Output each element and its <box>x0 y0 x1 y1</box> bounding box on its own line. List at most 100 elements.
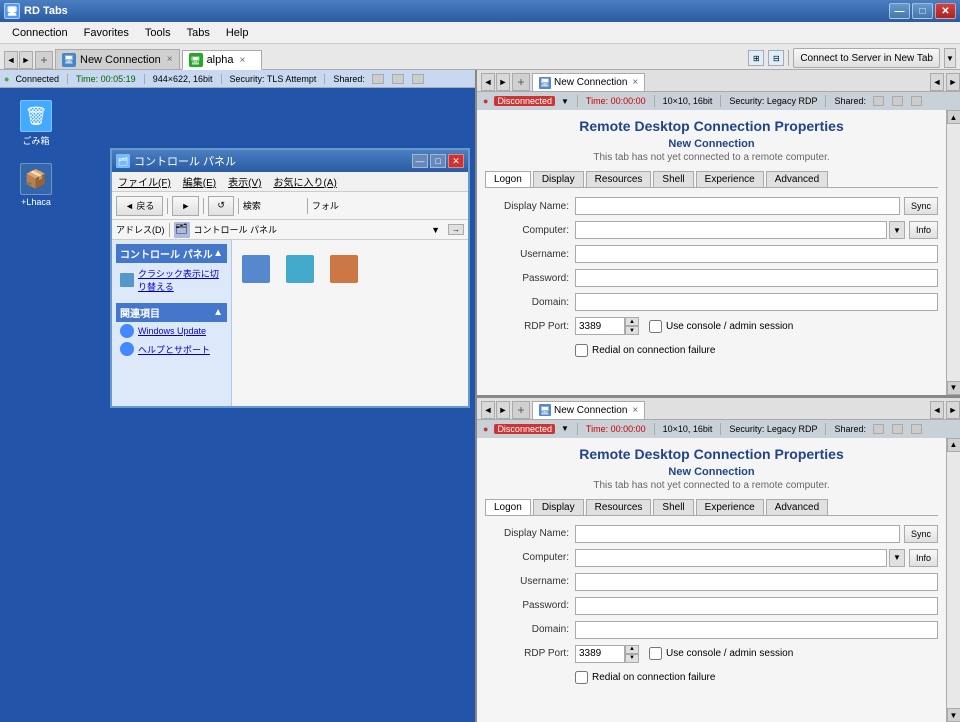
rdp-tab-display-top[interactable]: Display <box>533 171 584 187</box>
menu-favorites[interactable]: Favorites <box>76 25 137 41</box>
menu-connection[interactable]: Connection <box>4 25 76 41</box>
cp-close-btn[interactable]: ✕ <box>448 154 464 168</box>
password-input-bottom[interactable] <box>575 597 938 615</box>
tab-alpha-close[interactable]: × <box>239 55 245 66</box>
menu-tabs[interactable]: Tabs <box>179 25 218 41</box>
rdp-tab-advanced-top[interactable]: Advanced <box>766 171 828 187</box>
panel-scroll-left[interactable]: ◄ <box>930 73 944 91</box>
go-button[interactable]: → <box>448 224 464 235</box>
panel-scroll-right[interactable]: ► <box>946 73 960 91</box>
display-name-input-bottom[interactable] <box>575 525 900 543</box>
display-name-input-top[interactable] <box>575 197 900 215</box>
status-dropdown-bottom[interactable]: ▼ <box>561 424 569 433</box>
rdp-tab-resources-bottom[interactable]: Resources <box>586 499 652 515</box>
rdp-tab-experience-bottom[interactable]: Experience <box>696 499 764 515</box>
tab-new-connection-close[interactable]: × <box>167 54 173 65</box>
rdp-tab-display-bottom[interactable]: Display <box>533 499 584 515</box>
conn-nav-right-bottom[interactable]: ► <box>496 401 510 419</box>
computer-input-bottom[interactable] <box>575 549 887 567</box>
cp-minimize-btn[interactable]: — <box>412 154 428 168</box>
domain-input-bottom[interactable] <box>575 621 938 639</box>
view-toggle-icon2[interactable]: ⊟ <box>768 50 784 66</box>
panel-scroll-left-bottom[interactable]: ◄ <box>930 401 944 419</box>
conn-new-tab-top[interactable]: + <box>512 73 530 91</box>
menu-help[interactable]: Help <box>218 25 257 41</box>
cp-icon-item2[interactable] <box>280 244 320 294</box>
rdp-tab-resources-top[interactable]: Resources <box>586 171 652 187</box>
conn-nav-left-top[interactable]: ◄ <box>481 73 495 91</box>
cp-menu-file[interactable]: ファイル(F) <box>112 174 177 189</box>
rdp-port-down-bottom[interactable]: ▼ <box>625 654 639 663</box>
disconnected-badge-top[interactable]: Disconnected <box>494 96 555 106</box>
remote-desktop[interactable]: 🗑 ごみ箱 📦 +Lhaca 🗂 コントロール パネル — □ ✕ <box>0 88 475 722</box>
rdp-tab-shell-top[interactable]: Shell <box>653 171 693 187</box>
scroll-up-bottom[interactable]: ▲ <box>947 438 960 452</box>
computer-dropdown-top[interactable]: ▼ <box>889 221 905 239</box>
disconnected-badge-bottom[interactable]: Disconnected <box>494 424 555 434</box>
cp-forward-button[interactable]: ► <box>172 196 199 216</box>
conn-nav-left-bottom[interactable]: ◄ <box>481 401 495 419</box>
password-input-top[interactable] <box>575 269 938 287</box>
panel-scroll-right-bottom[interactable]: ► <box>946 401 960 419</box>
cp-refresh-button[interactable]: ↺ <box>208 196 234 216</box>
scroll-down-top[interactable]: ▼ <box>947 381 960 395</box>
cp-icon-item[interactable] <box>236 244 276 294</box>
redial-checkbox-bottom[interactable] <box>575 671 588 684</box>
cp-help-support-item[interactable]: ヘルプとサポート <box>116 340 227 358</box>
scroll-up-top[interactable]: ▲ <box>947 110 960 124</box>
console-checkbox-bottom[interactable] <box>649 647 662 660</box>
close-button[interactable]: ✕ <box>935 3 956 19</box>
domain-input-top[interactable] <box>575 293 938 311</box>
rdp-tab-logon-bottom[interactable]: Logon <box>485 499 531 515</box>
info-button-bottom[interactable]: Info <box>909 549 938 567</box>
rdp-tab-experience-top[interactable]: Experience <box>696 171 764 187</box>
computer-input-top[interactable] <box>575 221 887 239</box>
minimize-button[interactable]: — <box>889 3 910 19</box>
conn-tab-close-top[interactable]: × <box>632 77 638 88</box>
rdp-tab-shell-bottom[interactable]: Shell <box>653 499 693 515</box>
maximize-button[interactable]: □ <box>912 3 933 19</box>
status-dropdown-top[interactable]: ▼ <box>561 97 569 106</box>
address-dropdown[interactable]: ▼ <box>431 225 440 235</box>
rdp-tab-advanced-bottom[interactable]: Advanced <box>766 499 828 515</box>
cp-menu-view[interactable]: 表示(V) <box>222 174 267 189</box>
username-input-top[interactable] <box>575 245 938 263</box>
redial-checkbox-top[interactable] <box>575 344 588 357</box>
lhaca-icon-desktop[interactable]: 📦 +Lhaca <box>8 159 64 211</box>
sync-button-bottom[interactable]: Sync <box>904 525 938 543</box>
tab-new-connection[interactable]: 🖥 New Connection × <box>55 49 180 69</box>
info-button-top[interactable]: Info <box>909 221 938 239</box>
trash-icon-desktop[interactable]: 🗑 ごみ箱 <box>8 96 64 151</box>
cp-back-button[interactable]: ◄ 戻る <box>116 196 163 216</box>
rdp-port-up-top[interactable]: ▲ <box>625 317 639 326</box>
menu-tools[interactable]: Tools <box>137 25 179 41</box>
cp-classic-view-item[interactable]: クラシック表示に切り替える <box>116 265 227 295</box>
conn-tab-new-connection-bottom[interactable]: 🖥 New Connection × <box>532 401 645 419</box>
cp-menu-favorites[interactable]: お気に入り(A) <box>267 174 342 189</box>
cp-windows-update-icon <box>120 324 134 338</box>
computer-dropdown-bottom[interactable]: ▼ <box>889 549 905 567</box>
rdp-port-row-top: RDP Port: 3389 ▲ ▼ <box>485 316 938 336</box>
conn-tab-new-connection-top[interactable]: 🖥 New Connection × <box>532 73 645 91</box>
cp-maximize-btn[interactable]: □ <box>430 154 446 168</box>
sync-button-top[interactable]: Sync <box>904 197 938 215</box>
connect-server-dropdown[interactable]: ▼ <box>944 48 956 68</box>
rdp-port-up-bottom[interactable]: ▲ <box>625 645 639 654</box>
username-input-bottom[interactable] <box>575 573 938 591</box>
cp-windows-update-item[interactable]: Windows Update <box>116 322 227 340</box>
conn-new-tab-bottom[interactable]: + <box>512 401 530 419</box>
rdp-tab-logon-top[interactable]: Logon <box>485 171 531 187</box>
rdp-port-down-top[interactable]: ▼ <box>625 326 639 335</box>
connect-server-new-tab-button[interactable]: Connect to Server in New Tab <box>793 48 940 68</box>
tab-nav-left[interactable]: ◄ <box>4 51 18 69</box>
cp-menu-edit[interactable]: 編集(E) <box>177 174 222 189</box>
new-tab-button[interactable]: + <box>35 51 53 69</box>
conn-tab-close-bottom[interactable]: × <box>632 405 638 416</box>
console-checkbox-top[interactable] <box>649 320 662 333</box>
conn-nav-right-top[interactable]: ► <box>496 73 510 91</box>
cp-sidebar-section-title[interactable]: コントロール パネル ▲ <box>116 244 227 263</box>
view-toggle-icon[interactable]: ⊞ <box>748 50 764 66</box>
cp-icon-item3[interactable] <box>324 244 364 294</box>
tab-alpha[interactable]: 🖥 alpha × <box>182 50 262 70</box>
tab-nav-right[interactable]: ► <box>19 51 33 69</box>
